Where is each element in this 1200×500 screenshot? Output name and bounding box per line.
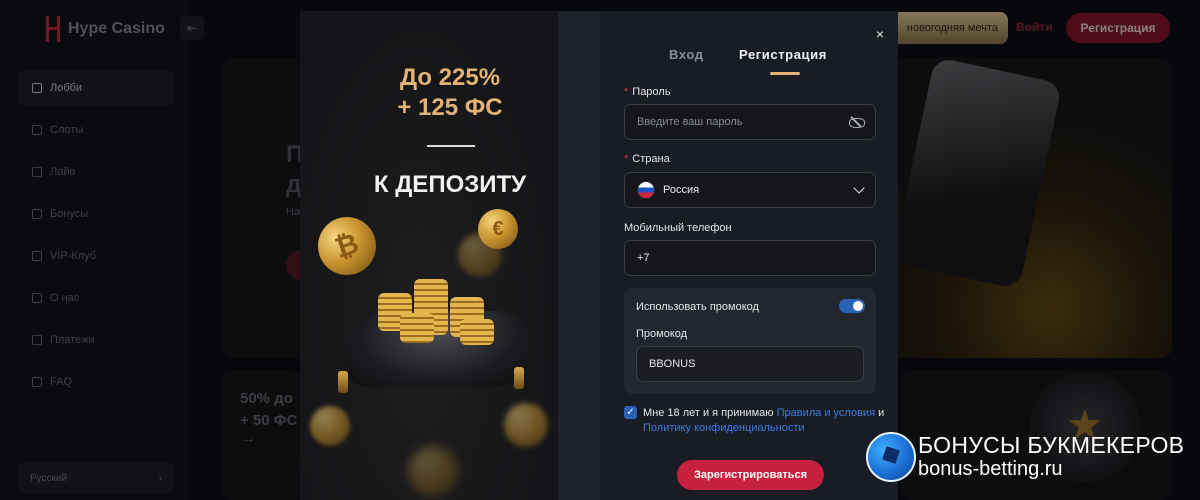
promo-toggle-label: Использовать промокод	[636, 301, 759, 313]
password-input[interactable]	[637, 116, 849, 128]
password-field[interactable]	[624, 104, 876, 140]
country-select[interactable]: Россия	[624, 172, 876, 208]
coin-stack-image	[400, 313, 434, 343]
tab-active-indicator	[770, 72, 800, 75]
terms-checkbox[interactable]: ✓	[624, 406, 637, 419]
register-submit-button[interactable]: Зарегистрироваться	[677, 460, 824, 490]
country-label: * Страна	[624, 153, 670, 165]
cushion-leg	[514, 367, 524, 389]
promo-code-field[interactable]: BBONUS	[636, 346, 864, 382]
soccer-ball-icon	[866, 432, 916, 482]
promo-toggle[interactable]	[839, 299, 865, 313]
country-value: Россия	[663, 184, 700, 196]
chevron-down-icon	[853, 182, 865, 194]
promo-code-value[interactable]: BBONUS	[649, 358, 695, 370]
blurred-coin-image	[408, 446, 458, 496]
russia-flag-icon	[637, 181, 655, 199]
promo-code-label: Промокод	[636, 328, 688, 340]
phone-label: Мобильный телефон	[624, 222, 732, 234]
coin-stack-image	[460, 319, 494, 345]
tab-register[interactable]: Регистрация	[739, 47, 827, 62]
privacy-link[interactable]: Политику конфиденциальности	[643, 422, 805, 434]
eye-off-icon[interactable]	[849, 116, 865, 128]
phone-field[interactable]: +7	[624, 240, 876, 276]
tab-login[interactable]: Вход	[669, 47, 704, 62]
watermark: БОНУСЫ БУКМЕКЕРОВ bonus-betting.ru	[864, 428, 1200, 500]
bitcoin-coin-image: ₿	[310, 209, 384, 283]
phone-value[interactable]: +7	[637, 252, 650, 264]
password-label: * Пароль	[624, 86, 671, 98]
close-icon[interactable]: ×	[872, 26, 888, 42]
watermark-url: bonus-betting.ru	[918, 458, 1063, 480]
terms-text: Мне 18 лет и я принимаю Правила и услови…	[643, 407, 885, 434]
promo-amount: До 225% + 125 ФС	[397, 64, 503, 121]
promo-deposit-label: К ДЕПОЗИТУ	[373, 171, 527, 198]
promo-divider	[427, 145, 475, 147]
cushion-leg	[338, 371, 348, 393]
watermark-title: БОНУСЫ БУКМЕКЕРОВ	[918, 432, 1185, 458]
blurred-coin-image	[504, 403, 548, 447]
blurred-coin-image	[310, 406, 350, 446]
blurred-coin-image	[458, 233, 502, 277]
rules-link[interactable]: Правила и условия	[777, 407, 875, 419]
